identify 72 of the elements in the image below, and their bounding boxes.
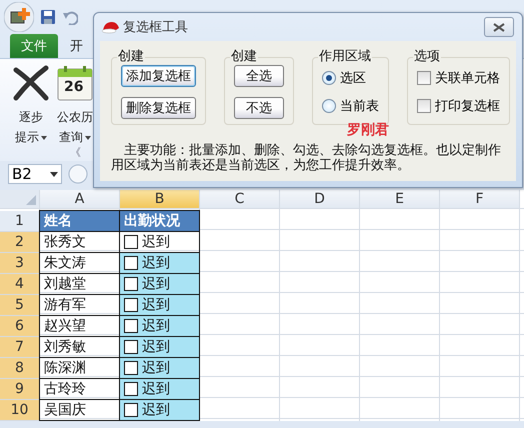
radio-label[interactable]: 选区 [340, 69, 366, 87]
dialog-button[interactable]: 删除复选框 [121, 97, 196, 119]
checkbox[interactable] [124, 361, 138, 375]
checkbox-label[interactable]: 打印复选框 [435, 97, 500, 115]
command-label[interactable]: 公农历 [57, 109, 93, 126]
checkbox[interactable] [417, 71, 431, 85]
row-header[interactable]: 3 [0, 253, 40, 274]
command-menu[interactable]: 提示 [15, 129, 47, 146]
group-label: 《 [70, 145, 81, 160]
checkbox-label: 迟到 [142, 338, 170, 356]
checkbox[interactable] [124, 298, 138, 312]
dropdown-icon[interactable] [50, 172, 58, 176]
close-button[interactable] [484, 17, 514, 37]
row-header[interactable]: 6 [0, 316, 40, 337]
group-title: 作用区域 [318, 47, 372, 65]
table-header: 出勤状况 [119, 210, 200, 232]
command-menu[interactable]: 查询 [59, 129, 91, 146]
table-header: 姓名 [39, 210, 120, 232]
caret-icon [85, 136, 91, 140]
checkbox[interactable] [124, 382, 138, 396]
radio-button[interactable] [322, 99, 336, 113]
group-title: 选项 [413, 47, 441, 65]
checkbox[interactable] [124, 256, 138, 270]
checkbox-label: 迟到 [142, 254, 170, 272]
checkbox-label: 迟到 [142, 296, 170, 314]
app-icon[interactable] [4, 2, 34, 32]
column-header[interactable]: A [40, 190, 120, 209]
dialog-button[interactable]: 全选 [234, 65, 284, 87]
save-icon[interactable] [40, 9, 56, 25]
close-icon [493, 22, 505, 32]
column-header[interactable]: E [360, 190, 440, 209]
caret-icon [41, 136, 47, 140]
row-header[interactable]: 2 [0, 232, 40, 253]
checkbox-label: 迟到 [142, 401, 170, 419]
dialog-title: 复选框工具 [123, 19, 189, 36]
row-header[interactable]: 9 [0, 379, 40, 400]
calendar-icon[interactable] [57, 65, 93, 101]
checkbox[interactable] [124, 235, 138, 249]
name-box[interactable]: B2 [8, 164, 62, 184]
checkbox[interactable] [124, 319, 138, 333]
checkbox[interactable] [124, 340, 138, 354]
description-text: 主要功能：批量添加、删除、勾选、去除勾选复选框。也以定制作用区域为当前表还是当前选区，为您工作提升效率。 [111, 143, 502, 173]
hat-icon [102, 20, 119, 34]
checkbox-label: 迟到 [142, 359, 170, 377]
checkbox-label: 迟到 [142, 233, 170, 251]
checkbox[interactable] [417, 99, 431, 113]
row-header[interactable]: 7 [0, 337, 40, 358]
cross-icon[interactable] [13, 65, 49, 101]
dialog-button[interactable]: 添加复选框 [121, 65, 196, 87]
row-header[interactable]: 10 [0, 400, 40, 421]
checkbox[interactable] [124, 277, 138, 291]
command-label[interactable]: 逐步 [19, 109, 43, 126]
column-header[interactable]: C [200, 190, 280, 209]
row-header[interactable]: 5 [0, 295, 40, 316]
checkbox-label[interactable]: 关联单元格 [435, 69, 500, 87]
checkbox-label: 迟到 [142, 317, 170, 335]
dialog-button[interactable]: 不选 [234, 97, 284, 119]
radio-button[interactable] [322, 71, 336, 85]
ribbon-tab[interactable]: 文件 [10, 34, 58, 58]
column-header[interactable]: B [120, 190, 200, 209]
checkbox[interactable] [124, 403, 138, 417]
author-name: 罗刚君 [347, 121, 389, 139]
checkbox-label: 迟到 [142, 275, 170, 293]
ribbon-tab[interactable]: 开 [70, 34, 83, 58]
row-header[interactable]: 4 [0, 274, 40, 295]
checkbox-label: 迟到 [142, 380, 170, 398]
calendar-day: 26 [64, 79, 84, 95]
row-header[interactable]: 8 [0, 358, 40, 379]
radio-label[interactable]: 当前表 [340, 97, 379, 115]
row-header[interactable]: 1 [0, 211, 40, 232]
column-header[interactable]: D [280, 190, 360, 209]
column-header[interactable]: F [440, 190, 520, 209]
